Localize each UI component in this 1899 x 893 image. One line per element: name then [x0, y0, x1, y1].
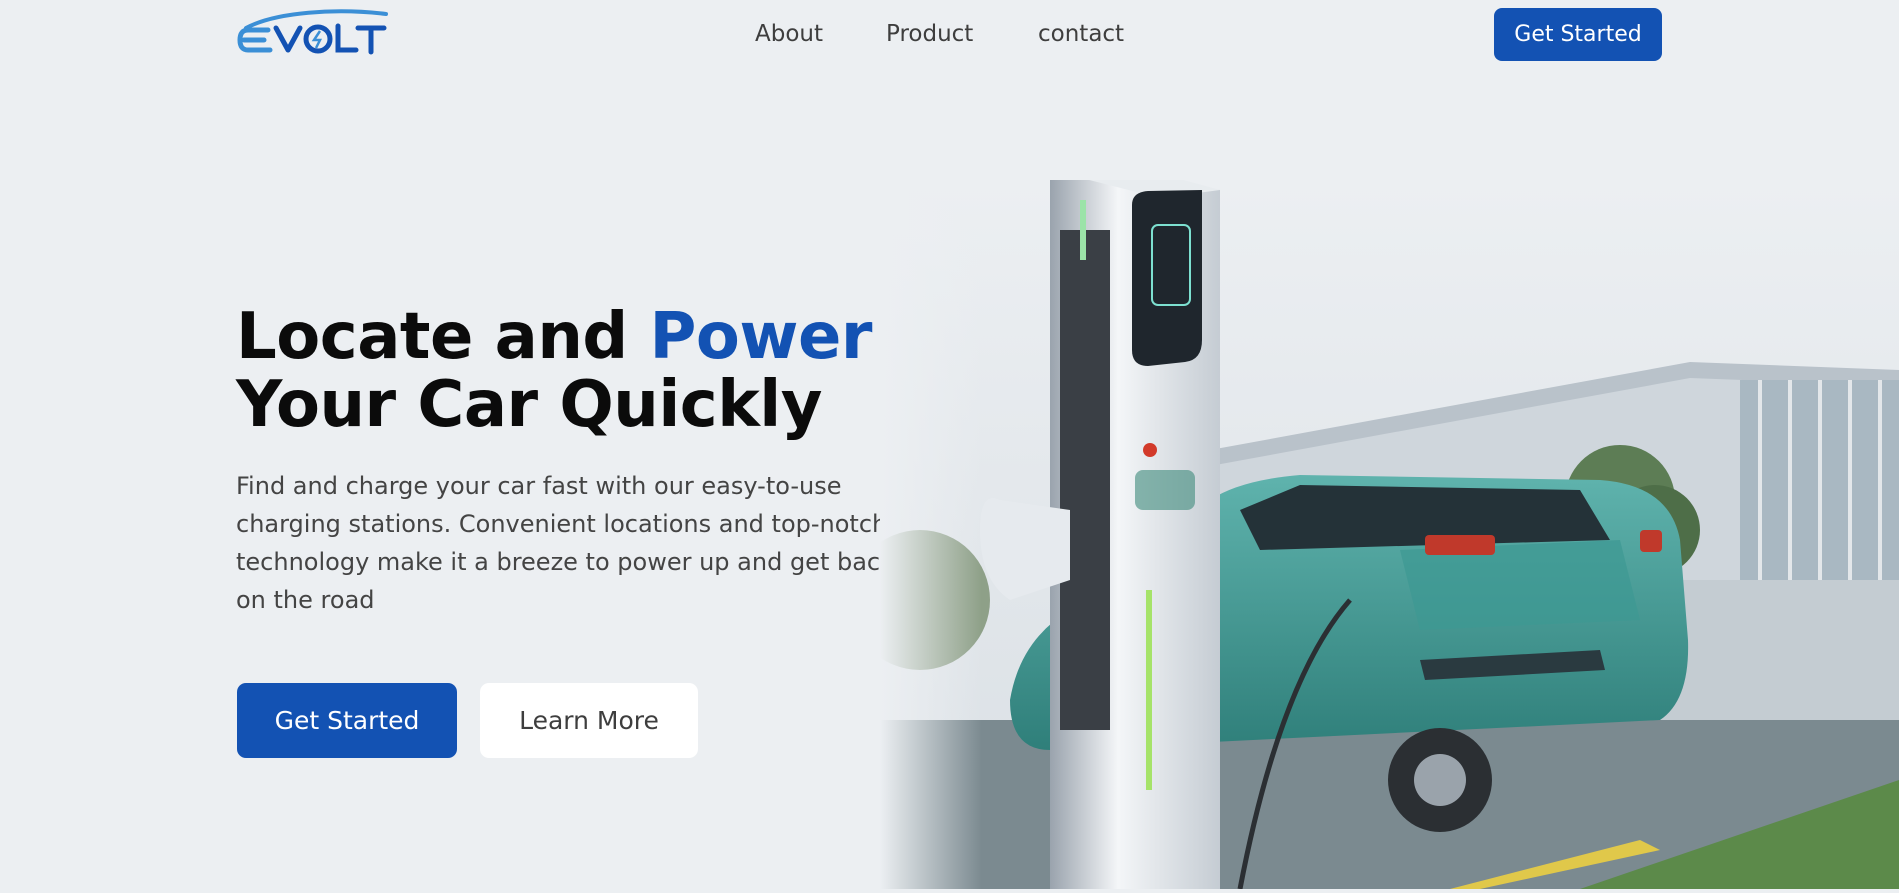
hero-title-part2: Your Car Quickly	[236, 368, 822, 442]
nav-link-product[interactable]: Product	[886, 21, 973, 47]
header-get-started-button[interactable]: Get Started	[1494, 8, 1662, 61]
hero-learn-more-button[interactable]: Learn More	[480, 683, 698, 758]
hero-title-part1: Locate and	[236, 300, 650, 374]
hero-title: Locate and Power Up Your Car Quickly	[236, 303, 991, 439]
hero-description: Find and charge your car fast with our e…	[236, 472, 895, 614]
hero-get-started-button[interactable]: Get Started	[237, 683, 457, 758]
hero-image	[850, 160, 1899, 890]
nav-link-about[interactable]: About	[755, 21, 823, 47]
nav-link-contact[interactable]: contact	[1038, 21, 1124, 47]
